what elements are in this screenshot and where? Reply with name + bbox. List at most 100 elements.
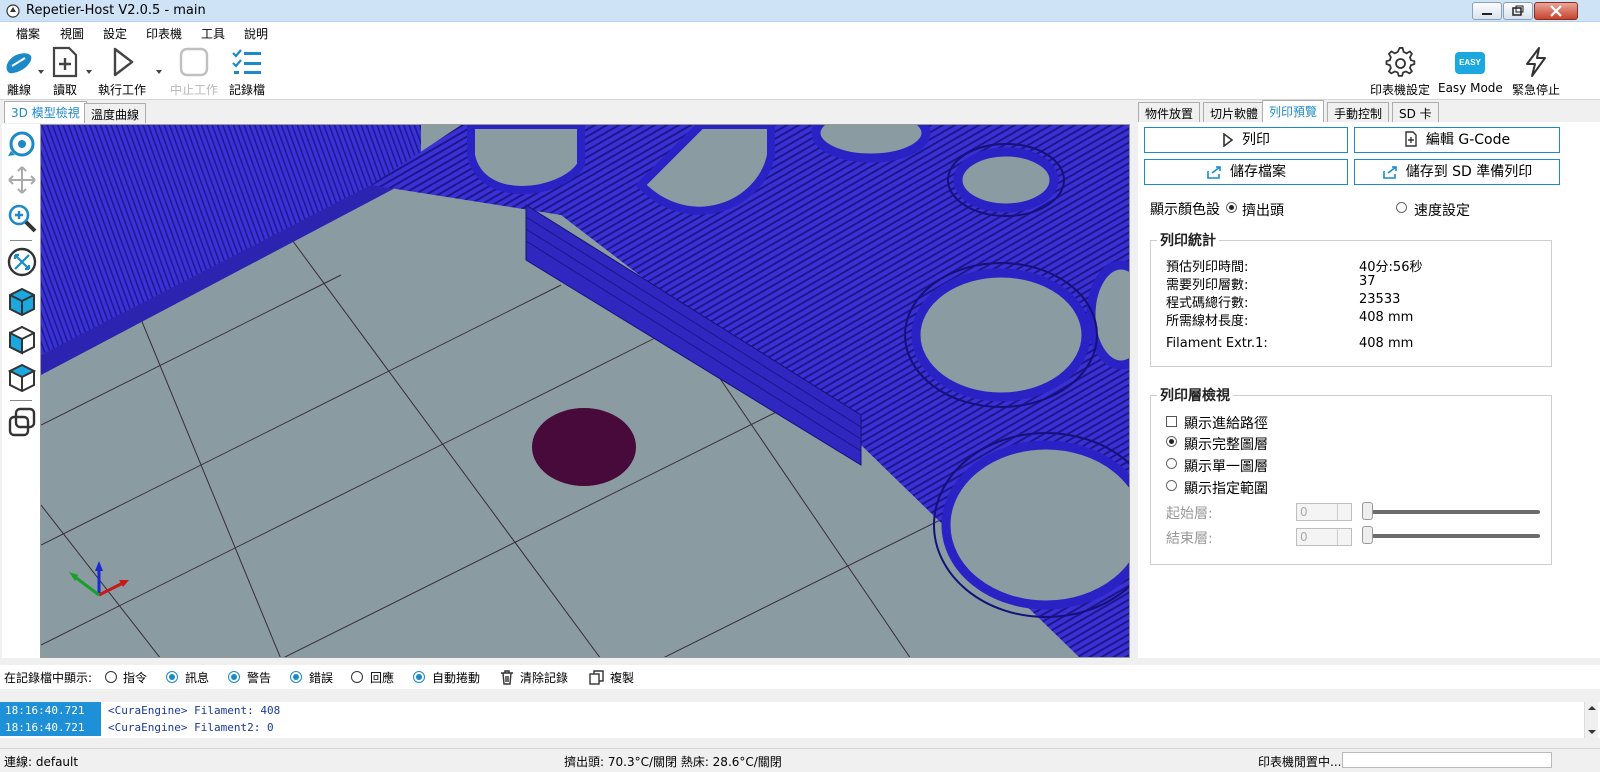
layer-view-title: 列印層檢視: [1160, 388, 1230, 404]
play-icon: [113, 47, 134, 77]
printer-state: 印表機閒置中...: [1258, 755, 1342, 769]
save-to-sd-label: 儲存到 SD 準備列印: [1405, 164, 1533, 180]
menu-view[interactable]: 視圖: [60, 25, 84, 42]
easy-mode-label: Easy Mode: [1438, 81, 1503, 95]
printer-settings-button[interactable]: 印表機設定: [1368, 46, 1432, 98]
zoom-icon[interactable]: [6, 202, 38, 234]
start-layer-slider-thumb[interactable]: [1362, 502, 1373, 520]
layer-full-radio[interactable]: [1166, 436, 1177, 447]
start-layer-stepper[interactable]: 0: [1296, 503, 1352, 521]
stop-job-button[interactable]: 中止工作: [168, 46, 220, 98]
layer-single-radio[interactable]: [1166, 458, 1177, 469]
tab-slicer[interactable]: 切片軟體: [1203, 102, 1266, 122]
stat-extr1-label: Filament Extr.1:: [1166, 336, 1268, 351]
connect-button[interactable]: 離線: [2, 46, 36, 98]
filter-warning-radio[interactable]: [228, 671, 240, 683]
title-bar: Repetier-Host V2.0.5 - main: [0, 0, 1600, 22]
menu-file[interactable]: 檔案: [16, 25, 40, 42]
autoscroll-radio[interactable]: [413, 671, 425, 683]
stepper-arrows-icon[interactable]: [1337, 529, 1351, 545]
easy-mode-button[interactable]: EASY Easy Mode: [1438, 46, 1503, 98]
emergency-stop-label: 緊急停止: [1511, 83, 1560, 97]
filter-info-radio[interactable]: [166, 671, 178, 683]
run-job-button[interactable]: 執行工作: [96, 46, 148, 98]
color-extruder-radio[interactable]: [1226, 202, 1237, 213]
menu-settings[interactable]: 設定: [103, 25, 127, 42]
log-timestamp: 18:16:40.721: [0, 719, 101, 736]
layer-range-radio[interactable]: [1166, 480, 1177, 491]
end-layer-slider-thumb[interactable]: [1362, 526, 1373, 544]
file-add-icon: [52, 46, 78, 78]
print-button[interactable]: 列印: [1144, 127, 1348, 153]
color-speed-radio[interactable]: [1396, 202, 1407, 213]
tab-sd-card[interactable]: SD 卡: [1392, 102, 1439, 122]
chevron-down-icon[interactable]: [156, 70, 162, 74]
save-file-button[interactable]: 儲存檔案: [1144, 159, 1348, 185]
copy-icon[interactable]: [589, 670, 604, 685]
move-view-icon[interactable]: [6, 164, 38, 196]
end-layer-stepper[interactable]: 0: [1296, 528, 1352, 546]
log-button[interactable]: 記錄檔: [227, 46, 267, 98]
filter-commands-label: 指令: [123, 671, 148, 685]
menu-printer[interactable]: 印表機: [146, 25, 182, 42]
tab-object-placement[interactable]: 物件放置: [1138, 102, 1201, 122]
tab-manual-control[interactable]: 手動控制: [1327, 102, 1390, 122]
tab-print-preview[interactable]: 列印預覽: [1262, 100, 1325, 122]
print-button-label: 列印: [1242, 132, 1270, 148]
status-progress: [1342, 752, 1552, 768]
copy-log-button[interactable]: 複製: [610, 669, 634, 686]
tab-3d-view[interactable]: 3D 模型檢視: [4, 101, 87, 123]
iso-view-icon[interactable]: [6, 286, 38, 318]
log-scrollbar[interactable]: [1584, 702, 1598, 738]
log-message: <CuraEngine> Filament: 408: [108, 704, 281, 717]
minimize-button[interactable]: [1472, 2, 1502, 20]
menu-tools[interactable]: 工具: [201, 25, 225, 42]
emergency-stop-button[interactable]: 緊急停止: [1508, 46, 1564, 98]
objects-icon[interactable]: [6, 406, 38, 438]
stepper-arrows-icon[interactable]: [1337, 504, 1351, 520]
chevron-down-icon[interactable]: [38, 70, 44, 74]
nozzle-marker: [532, 408, 636, 486]
filter-response-radio[interactable]: [351, 671, 363, 683]
filter-warning-label: 警告: [247, 671, 272, 685]
front-view-icon[interactable]: [6, 324, 38, 356]
tab-temperature-curve[interactable]: 溫度曲線: [84, 103, 147, 123]
menu-help[interactable]: 說明: [244, 25, 268, 42]
run-job-label: 執行工作: [97, 83, 146, 97]
trash-icon[interactable]: [500, 670, 514, 685]
top-view-icon[interactable]: [6, 362, 38, 394]
menu-bar: 檔案 視圖 設定 印表機 工具 說明: [0, 22, 1600, 44]
save-to-sd-button[interactable]: 儲存到 SD 準備列印: [1354, 159, 1560, 185]
log-filter-bar: 在記錄檔中顯示: 指令 訊息 警告 錯誤 回應 自動捲動 清除記錄 複製: [0, 665, 1600, 689]
filter-response-label: 回應: [370, 671, 395, 685]
close-button[interactable]: [1534, 2, 1578, 20]
load-button[interactable]: 讀取: [48, 46, 82, 98]
log-message: <CuraEngine> Filament2: 0: [108, 721, 274, 734]
restore-button[interactable]: [1503, 2, 1533, 20]
view-tools: [2, 124, 40, 658]
stat-layers-value: 37: [1359, 274, 1376, 289]
chevron-down-icon[interactable]: [86, 70, 92, 74]
show-travel-checkbox[interactable]: [1166, 416, 1177, 427]
end-layer-slider[interactable]: [1366, 534, 1540, 538]
rotate-view-icon[interactable]: [6, 128, 38, 160]
minimize-icon: [1482, 13, 1492, 15]
log-area[interactable]: 18:16:40.721 <CuraEngine> Filament: 408 …: [0, 702, 1600, 738]
lightning-icon: [1526, 47, 1546, 77]
color-speed-label: 速度設定: [1414, 203, 1470, 219]
start-layer-slider[interactable]: [1366, 510, 1540, 514]
start-layer-value: 0: [1300, 505, 1308, 519]
3d-viewport[interactable]: [40, 124, 1130, 658]
fit-view-icon[interactable]: [6, 246, 38, 278]
app-icon: [6, 4, 20, 18]
printer-settings-label: 印表機設定: [1369, 83, 1430, 97]
filter-commands-radio[interactable]: [105, 671, 117, 683]
stat-time-value: 40分:56秒: [1359, 260, 1423, 275]
edit-gcode-button[interactable]: 編輯 G-Code: [1354, 127, 1560, 153]
end-layer-value: 0: [1300, 530, 1308, 544]
log-filter-label: 在記錄檔中顯示:: [4, 671, 93, 685]
clear-log-button[interactable]: 清除記錄: [520, 669, 568, 686]
filter-error-radio[interactable]: [290, 671, 302, 683]
divider: [10, 400, 32, 401]
connection-status: 連線: default: [4, 755, 79, 769]
